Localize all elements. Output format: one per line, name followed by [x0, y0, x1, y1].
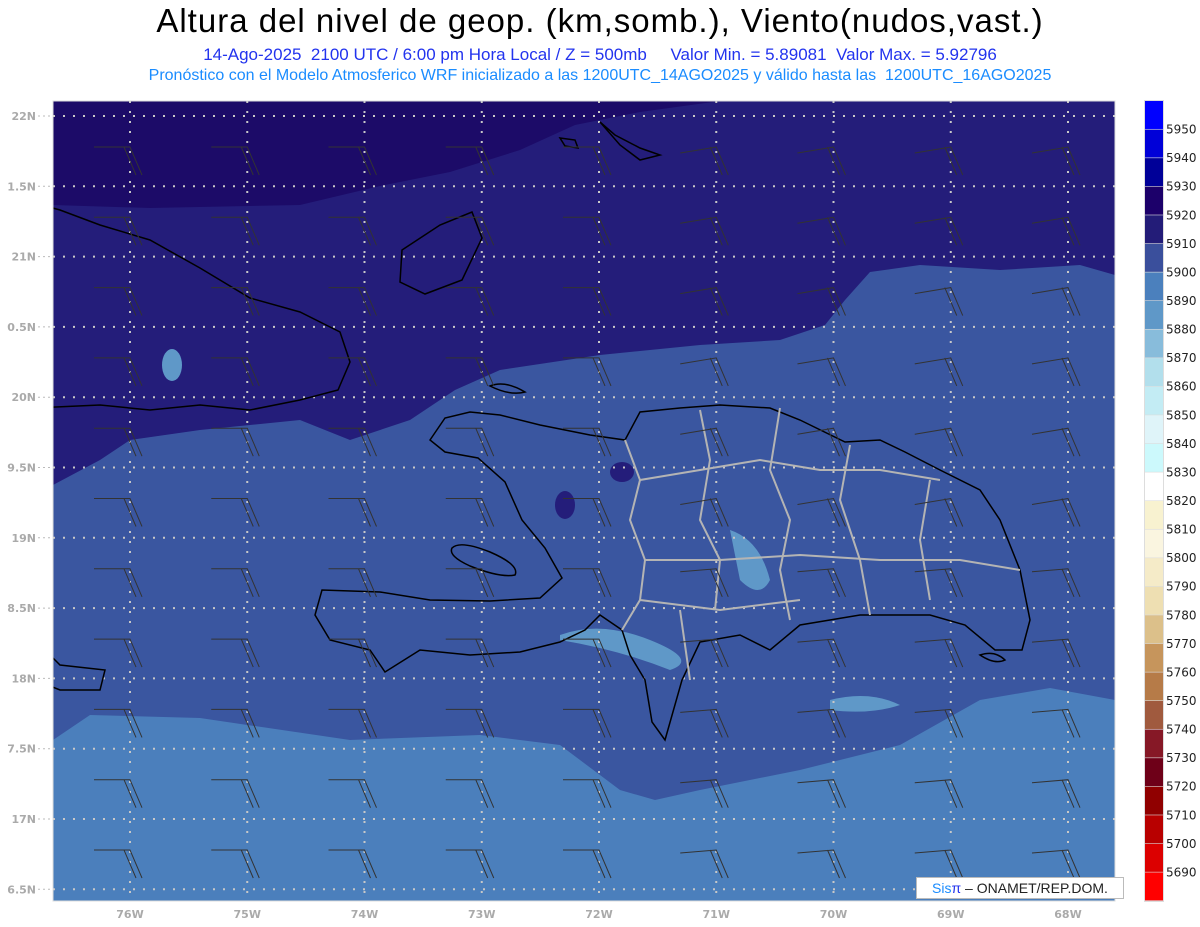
credits-logo: Sisπ – ONAMET/REP.DOM.	[916, 877, 1124, 899]
longitude-labels: 76W 75W 74W 73W 72W 71W 70W 69W 68W	[116, 908, 1081, 921]
colorbar-swatch	[1145, 758, 1163, 787]
colorbar-swatch	[1145, 672, 1163, 701]
colorbar-swatch	[1145, 101, 1163, 129]
colorbar-label: 5880	[1166, 323, 1197, 337]
lon-tick-label: 71W	[703, 908, 730, 921]
colorbar-label: 5950	[1166, 123, 1197, 137]
colorbar-label: 5910	[1166, 237, 1197, 251]
colorbar-label: 5770	[1166, 637, 1197, 651]
colorbar-swatch	[1145, 472, 1163, 501]
lon-tick-label: 73W	[468, 908, 495, 921]
colorbar-swatch	[1145, 586, 1163, 615]
lon-tick-label: 75W	[234, 908, 261, 921]
colorbar-label: 5750	[1166, 694, 1197, 708]
colorbar-label: 5740	[1166, 723, 1197, 737]
colorbar-label: 5810	[1166, 523, 1197, 537]
lat-tick-label: 20N	[11, 391, 36, 404]
colorbar-swatch	[1145, 301, 1163, 329]
colorbar-label: 5720	[1166, 780, 1197, 794]
lat-tick-label: 9.5N	[7, 462, 36, 475]
lat-tick-label: 17N	[11, 813, 36, 826]
lat-tick-label: 0.5N	[7, 321, 36, 334]
credits-pi: π	[951, 880, 962, 896]
lat-tick-label: 22N	[11, 110, 36, 123]
colorbar-swatch	[1145, 729, 1163, 758]
colorbar-label: 5900	[1166, 265, 1197, 279]
colorbar-swatch	[1145, 615, 1163, 644]
colorbar-swatch	[1145, 529, 1163, 558]
shading-5890-patch	[162, 349, 182, 381]
latitude-labels: 22N 1.5N 21N 0.5N 20N 9.5N 19N 8.5N 18N 7.5N 17N 6.…	[7, 110, 53, 896]
colorbar: 5950 5940 5930 5920 5910 5900 5890 5880 5870 5860…	[1144, 100, 1197, 902]
map-plot-area	[53, 101, 1115, 901]
colorbar-swatch	[1145, 843, 1163, 872]
colorbar-label: 5840	[1166, 437, 1197, 451]
colorbar-swatch	[1145, 272, 1163, 301]
colorbar-label: 5820	[1166, 494, 1197, 508]
lat-tick-label: 8.5N	[7, 602, 36, 615]
lat-tick-label: 19N	[11, 532, 36, 545]
colorbar-label: 5710	[1166, 808, 1197, 822]
shading-5910-patch	[610, 462, 634, 482]
colorbar-swatch	[1145, 358, 1163, 387]
lon-tick-label: 69W	[937, 908, 964, 921]
colorbar-swatch	[1145, 415, 1163, 444]
lon-tick-label: 68W	[1054, 908, 1081, 921]
colorbar-swatch	[1145, 701, 1163, 729]
colorbar-label: 5790	[1166, 580, 1197, 594]
shading-5910-patch	[555, 491, 575, 519]
colorbar-swatch	[1145, 501, 1163, 529]
credits-sis: Sis	[932, 880, 952, 896]
colorbar-swatch	[1145, 215, 1163, 244]
colorbar-swatch	[1145, 329, 1163, 358]
colorbar-label: 5850	[1166, 408, 1197, 422]
lon-tick-label: 70W	[820, 908, 847, 921]
lat-tick-label: 6.5N	[7, 883, 36, 896]
colorbar-swatch	[1145, 158, 1163, 187]
colorbar-swatch	[1145, 243, 1163, 272]
colorbar-swatch	[1145, 815, 1163, 844]
colorbar-label: 5920	[1166, 208, 1197, 222]
colorbar-swatch	[1145, 872, 1163, 901]
colorbar-swatch	[1145, 186, 1163, 215]
colorbar-swatch	[1145, 786, 1163, 815]
colorbar-label: 5930	[1166, 180, 1197, 194]
colorbar-label: 5780	[1166, 608, 1197, 622]
lon-tick-label: 72W	[585, 908, 612, 921]
colorbar-label: 5890	[1166, 294, 1197, 308]
colorbar-swatch	[1145, 558, 1163, 587]
colorbar-label: 5800	[1166, 551, 1197, 565]
credits-text: – ONAMET/REP.DOM.	[961, 880, 1108, 896]
colorbar-swatch	[1145, 386, 1163, 415]
colorbar-label: 5860	[1166, 380, 1197, 394]
lon-tick-label: 76W	[116, 908, 143, 921]
lat-tick-label: 18N	[11, 672, 36, 685]
lat-tick-label: 21N	[11, 251, 36, 264]
geopotential-map: 22N 1.5N 21N 0.5N 20N 9.5N 19N 8.5N 18N 7.5N 17N 6.…	[7, 100, 1197, 921]
colorbar-label: 5940	[1166, 151, 1197, 165]
colorbar-label: 5830	[1166, 465, 1197, 479]
colorbar-swatch	[1145, 643, 1163, 672]
colorbar-swatch	[1145, 129, 1163, 158]
colorbar-label: 5690	[1166, 865, 1197, 879]
lat-tick-label: 1.5N	[7, 180, 36, 193]
colorbar-swatch	[1145, 443, 1163, 472]
lon-tick-label: 74W	[351, 908, 378, 921]
colorbar-label: 5700	[1166, 837, 1197, 851]
lat-tick-label: 7.5N	[7, 743, 36, 756]
colorbar-label: 5760	[1166, 665, 1197, 679]
colorbar-label: 5870	[1166, 351, 1197, 365]
colorbar-label: 5730	[1166, 751, 1197, 765]
